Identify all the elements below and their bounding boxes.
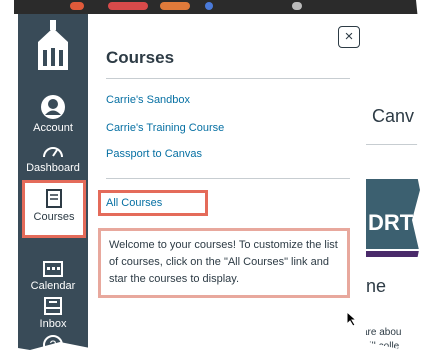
screenshot-frame: Account Dashboard Calendar Inbox Courses… <box>0 0 428 356</box>
torn-edge-overlay <box>0 0 428 356</box>
